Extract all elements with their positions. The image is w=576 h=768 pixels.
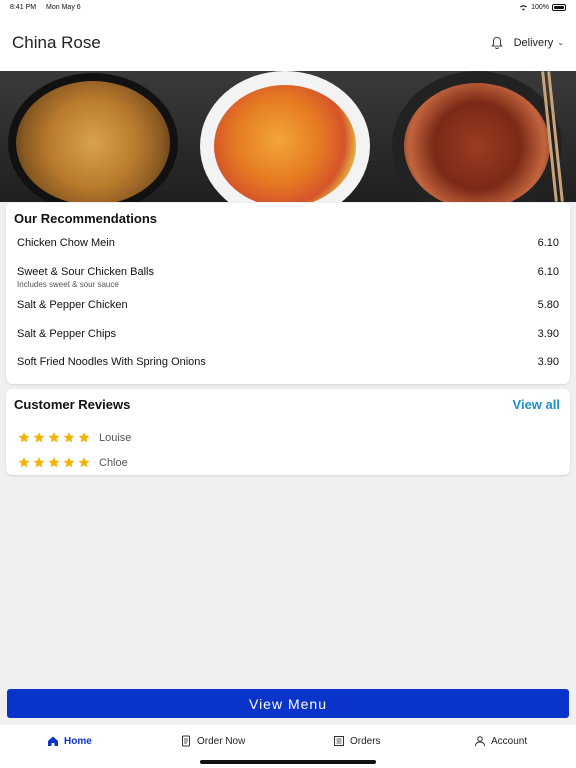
sweet-sour-plate-image [200,71,370,202]
status-left: 8:41 PM Mon May 6 [10,4,89,11]
menu-item-name: Salt & Pepper Chips [17,328,117,340]
delivery-mode-selector[interactable]: Delivery ⌄ [514,37,564,49]
recommendations-title: Our Recommendations [14,211,158,226]
bottom-tab-bar: Home Order Now Orders Account [0,725,576,768]
pork-belly-plate-image [392,71,562,202]
menu-item[interactable]: Chicken Chow Mein 6.10 [17,237,559,249]
receipt-icon [334,736,344,746]
hero-food-banner [0,71,576,202]
chopsticks-image [541,71,564,202]
review-row: Chloe [17,456,128,469]
star-rating [17,431,91,444]
home-icon [48,736,58,746]
menu-item-price: 3.90 [537,356,559,368]
tab-order-now-label: Order Now [197,735,246,747]
tab-account[interactable]: Account [474,735,527,747]
menu-item[interactable]: Salt & Pepper Chicken 5.80 [17,299,559,311]
tab-order-now[interactable]: Order Now [180,735,245,747]
menu-item-note: Includes sweet & sour sauce [17,280,119,289]
wifi-icon [520,4,528,11]
reviewer-name: Chloe [99,456,128,469]
tab-home-label: Home [64,735,92,747]
menu-item-name: Chicken Chow Mein [17,237,115,249]
star-icon [63,432,75,443]
status-date: Mon May 6 [46,3,81,11]
tab-orders-label: Orders [350,735,381,747]
menu-item[interactable]: Salt & Pepper Chips 3.90 [17,328,559,340]
star-icon [33,432,45,443]
delivery-mode-label: Delivery [513,36,554,49]
star-icon [33,457,45,468]
star-icon [18,432,30,443]
review-row: Louise [17,431,131,444]
status-right: 100% [519,3,566,11]
person-icon [475,736,485,747]
view-all-reviews-link[interactable]: View all [513,397,560,412]
menu-item-price: 6.10 [537,266,559,278]
bell-icon[interactable] [490,36,504,50]
star-icon [78,457,90,468]
star-icon [63,457,75,468]
battery-percent: 100% [531,3,549,11]
star-icon [18,457,30,468]
menu-item-price: 5.80 [537,299,559,311]
reviewer-name: Louise [99,431,132,444]
view-menu-button[interactable]: View Menu [7,689,569,718]
tab-account-label: Account [491,735,528,747]
battery-icon [552,3,566,11]
app-title: China Rose [12,32,101,52]
tab-home[interactable]: Home [47,735,92,747]
menu-item[interactable]: Soft Fried Noodles With Spring Onions 3.… [17,356,559,368]
star-icon [48,432,60,443]
menu-item-name: Soft Fried Noodles With Spring Onions [17,356,206,368]
status-time: 8:41 PM [10,3,37,11]
order-icon [182,735,190,747]
menu-item-price: 3.90 [537,328,559,340]
menu-item-name: Sweet & Sour Chicken Balls [17,266,154,278]
menu-item-price: 6.10 [537,237,559,249]
header: China Rose Delivery ⌄ [0,14,576,71]
menu-item-name: Salt & Pepper Chicken [17,299,128,311]
star-icon [48,457,60,468]
star-icon [78,432,90,443]
status-bar: 8:41 PM Mon May 6 100% [0,0,576,14]
home-indicator [200,760,376,764]
customer-reviews-card: Customer Reviews View all Louise Chloe [6,389,570,475]
tab-orders[interactable]: Orders [333,735,381,747]
chevron-down-icon: ⌄ [557,38,564,47]
header-actions: Delivery ⌄ [490,36,564,50]
star-rating [17,456,91,469]
reviews-title: Customer Reviews [14,397,131,412]
noodles-plate-image [8,73,178,202]
recommendations-card: Our Recommendations Chicken Chow Mein 6.… [6,203,570,384]
menu-item[interactable]: Sweet & Sour Chicken Balls Includes swee… [17,266,559,289]
